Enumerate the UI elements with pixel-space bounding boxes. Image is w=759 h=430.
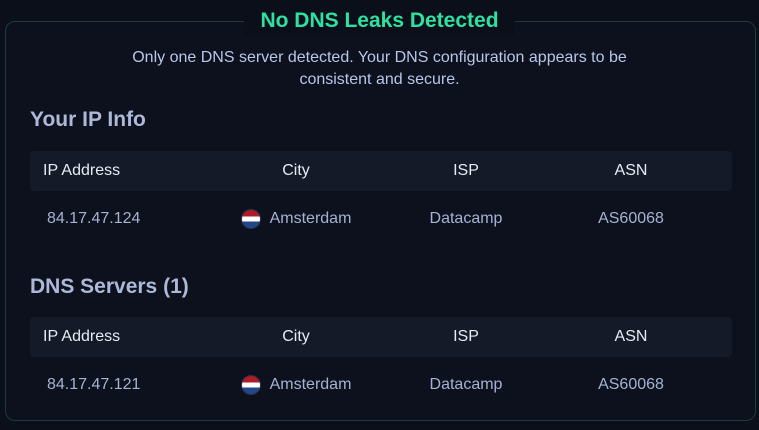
ip-address-cell: 84.17.47.121 [47,376,141,393]
ip-info-table-header: IP Address City ISP ASN [30,151,732,191]
status-description-line-2: consistent and secure. [299,71,460,88]
city-name: Amsterdam [269,210,352,227]
ip-info-table: IP Address City ISP ASN 84.17.47.124 Ams… [30,151,732,247]
netherlands-flag-icon [240,375,261,395]
column-header-isp: ISP [453,328,479,345]
city-name: Amsterdam [269,376,352,393]
column-header-city: City [282,162,310,179]
table-row: 84.17.47.124 Amsterdam Datacamp AS60068 [30,191,732,247]
column-header-asn: ASN [614,162,648,179]
asn-cell: AS60068 [598,376,664,393]
netherlands-flag-icon [240,209,261,229]
dns-servers-heading: DNS Servers (1) [30,275,189,298]
city-cell: Amsterdam [190,209,402,229]
ip-address-cell: 84.17.47.124 [47,210,141,227]
dns-servers-table: IP Address City ISP ASN 84.17.47.121 Ams… [30,317,732,413]
column-header-isp: ISP [453,162,479,179]
column-header-city: City [282,328,310,345]
status-description-line-1: Only one DNS server detected. Your DNS c… [132,49,627,66]
isp-cell: Datacamp [429,376,503,393]
column-header-ip-address: IP Address [43,328,121,345]
dns-servers-table-header: IP Address City ISP ASN [30,317,732,357]
column-header-ip-address: IP Address [43,162,121,179]
ip-info-heading: Your IP Info [30,108,146,131]
city-cell: Amsterdam [190,375,402,395]
asn-cell: AS60068 [598,210,664,227]
column-header-asn: ASN [614,328,648,345]
table-row: 84.17.47.121 Amsterdam Datacamp AS60068 [30,357,732,413]
isp-cell: Datacamp [429,210,503,227]
status-description: Only one DNS server detected. Your DNS c… [0,47,759,91]
